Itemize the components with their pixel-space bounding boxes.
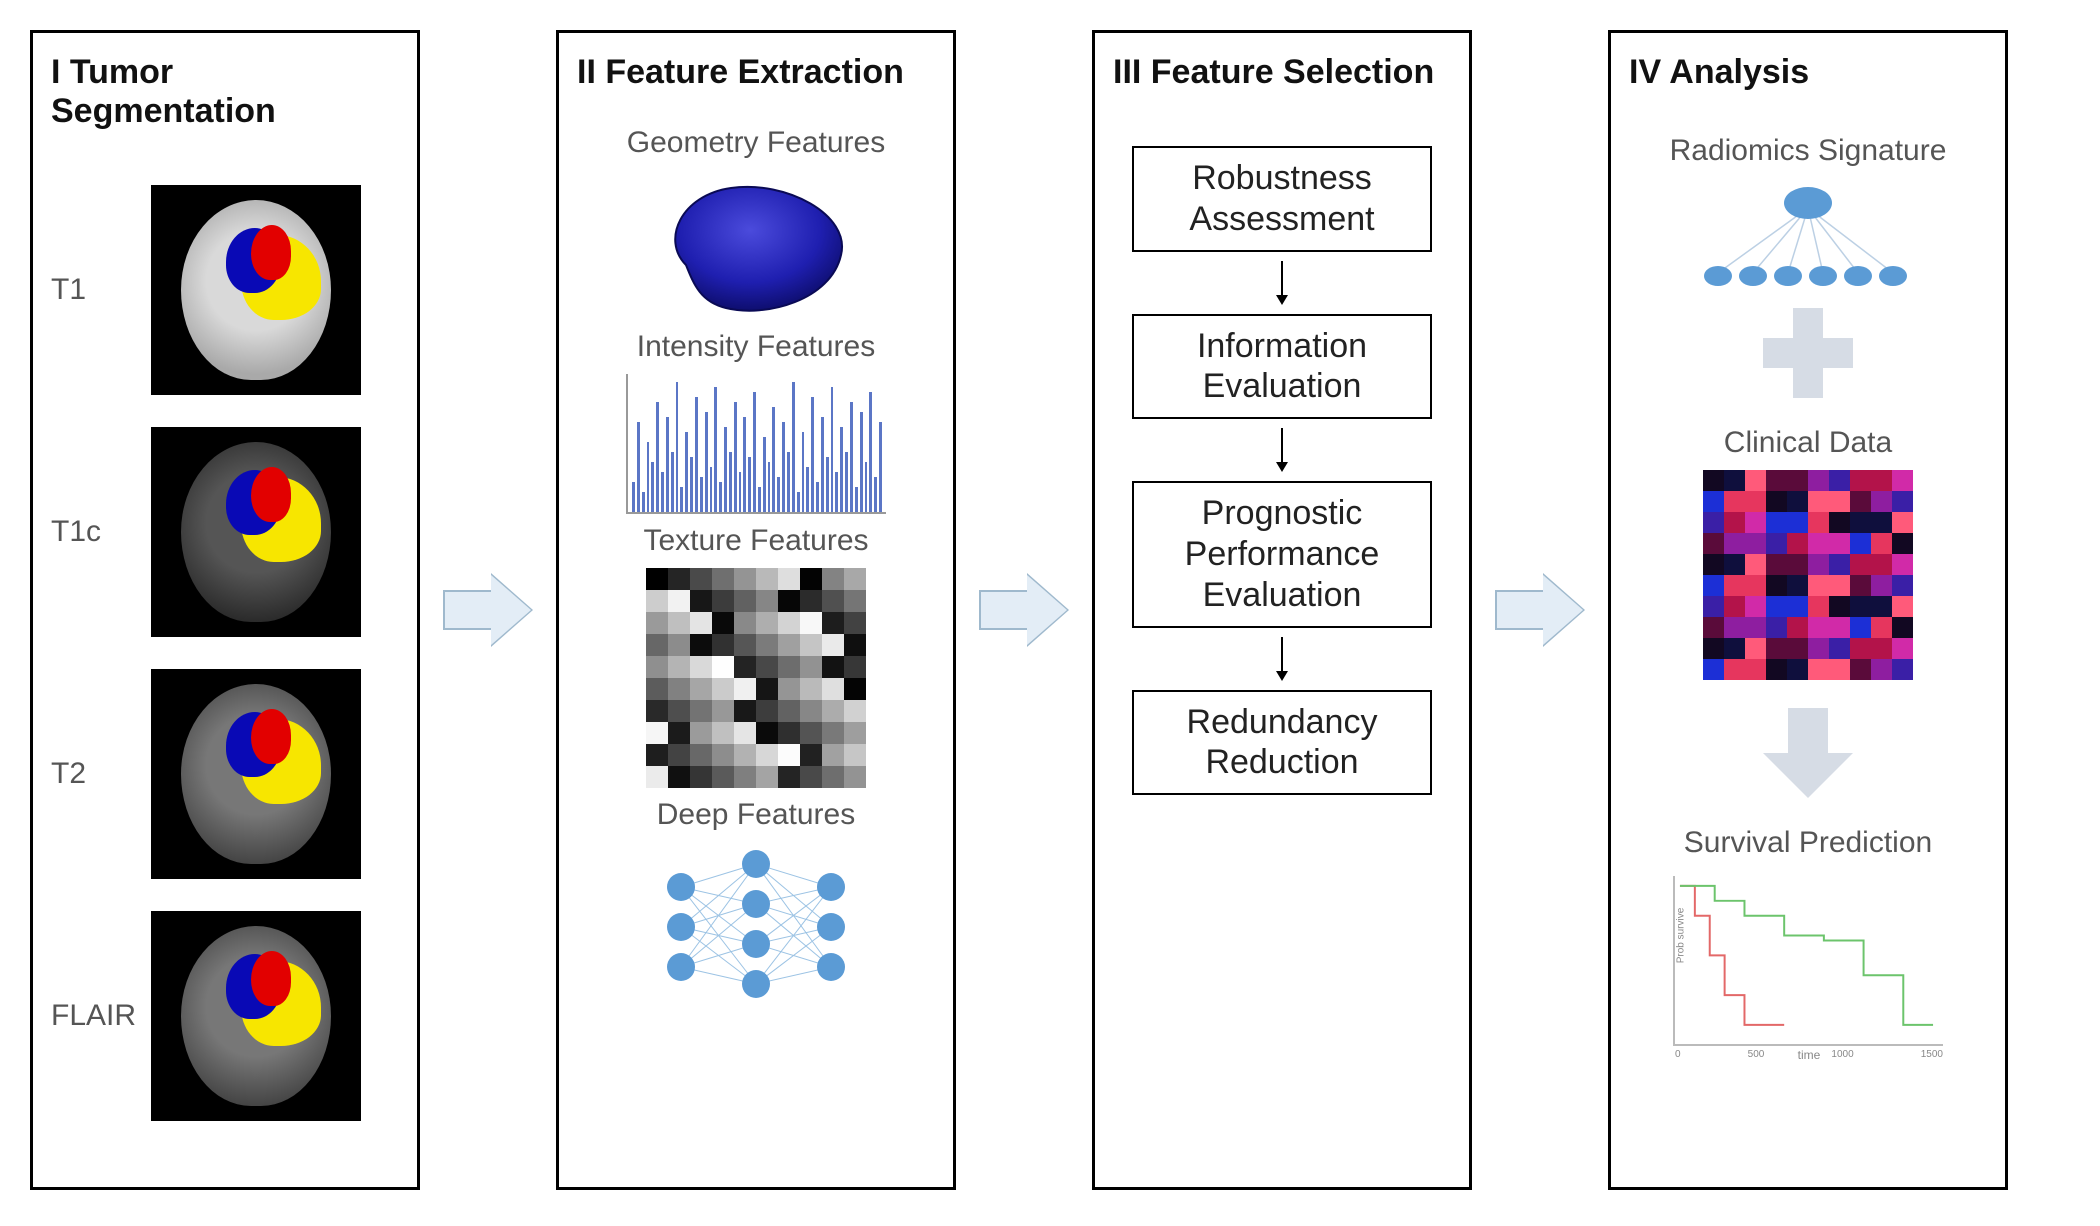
- brain-thumb-t2: [151, 669, 361, 879]
- scan-label: FLAIR: [51, 999, 131, 1033]
- clinical-data-heatmap-icon: [1703, 470, 1913, 680]
- neural-network-icon: [641, 842, 871, 1012]
- panel3-title: III Feature Selection: [1113, 53, 1434, 92]
- survival-plot-icon: Prob survive 0 500 1000 1500 time: [1673, 876, 1943, 1046]
- tick: 1000: [1831, 1049, 1853, 1060]
- intensity-histogram-icon: [626, 374, 886, 514]
- panel-feature-selection: III Feature Selection Robustness Assessm…: [1092, 30, 1472, 1190]
- scan-row-t1c: T1c: [51, 427, 399, 637]
- tick: 1500: [1921, 1049, 1943, 1060]
- feature-texture-label: Texture Features: [643, 524, 868, 558]
- panel2-title: II Feature Extraction: [577, 53, 904, 92]
- clinical-data-label: Clinical Data: [1724, 426, 1892, 460]
- feature-geometry-label: Geometry Features: [627, 126, 885, 160]
- panel-tumor-segmentation: I Tumor Segmentation T1 T1c T2 FLAIR: [30, 30, 420, 1190]
- scan-label: T1: [51, 273, 131, 307]
- step-redundancy: Redundancy Reduction: [1132, 690, 1432, 796]
- scan-label: T1c: [51, 515, 131, 549]
- scan-row-t1: T1: [51, 185, 399, 395]
- arrow-right-icon: [1495, 565, 1585, 655]
- survival-ylabel: Prob survive: [1675, 908, 1686, 964]
- survival-xlabel: time: [1798, 1048, 1821, 1062]
- brain-thumb-t1c: [151, 427, 361, 637]
- scan-row-flair: FLAIR: [51, 911, 399, 1121]
- arrow-right-icon: [443, 565, 533, 655]
- panel4-title: IV Analysis: [1629, 53, 1809, 92]
- step-information: Information Evaluation: [1132, 314, 1432, 420]
- texture-grid-icon: [646, 568, 866, 788]
- brain-thumb-flair: [151, 911, 361, 1121]
- radiomics-signature-icon: [1683, 178, 1933, 298]
- arrow-down-icon: [1272, 258, 1292, 308]
- arrow-down-icon: [1272, 634, 1292, 684]
- scan-label: T2: [51, 757, 131, 791]
- scan-row-t2: T2: [51, 669, 399, 879]
- scan-list: T1 T1c T2 FLAIR: [51, 185, 399, 1121]
- flow-arrow-1: [438, 30, 538, 1190]
- flow-arrow-2: [974, 30, 1074, 1190]
- plus-icon: [1753, 298, 1863, 408]
- panel-analysis: IV Analysis Radiomics Signature Clinical…: [1608, 30, 2008, 1190]
- feature-deep-label: Deep Features: [657, 798, 855, 832]
- arrow-down-icon: [1272, 425, 1292, 475]
- brain-thumb-t1: [151, 185, 361, 395]
- step-prognostic: Prognostic Performance Evaluation: [1132, 481, 1432, 627]
- panel-feature-extraction: II Feature Extraction Geometry Features …: [556, 30, 956, 1190]
- step-robustness: Robustness Assessment: [1132, 146, 1432, 252]
- flow-arrow-3: [1490, 30, 1590, 1190]
- arrow-right-icon: [979, 565, 1069, 655]
- feature-intensity-label: Intensity Features: [637, 330, 875, 364]
- arrow-down-block-icon: [1753, 698, 1863, 808]
- tick: 500: [1748, 1049, 1765, 1060]
- survival-prediction-label: Survival Prediction: [1684, 826, 1932, 860]
- tick: 0: [1675, 1049, 1681, 1060]
- geometry-mesh-icon: [646, 170, 866, 320]
- radiomics-signature-label: Radiomics Signature: [1670, 134, 1947, 168]
- panel1-title: I Tumor Segmentation: [51, 53, 399, 131]
